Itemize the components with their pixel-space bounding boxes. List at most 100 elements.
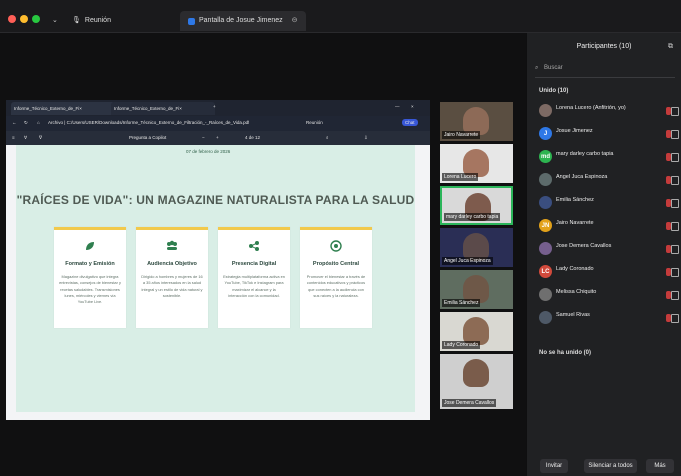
zoom-in-icon[interactable]: + bbox=[216, 135, 219, 140]
card-purpose: Propósito Central Promover el bienestar … bbox=[300, 227, 372, 328]
card-heading: Audiencia Objetivo bbox=[147, 261, 197, 267]
tab-screen-share[interactable]: Pantalla de Josue Jimenez ⊝ bbox=[180, 11, 306, 31]
card-text: Dirigido a hombres y mujeres de 16 a 35 … bbox=[141, 274, 203, 298]
card-text: Estrategia multiplataforma activa en You… bbox=[223, 274, 285, 298]
browser-tab-2[interactable]: Informe_Técnico_Externo_de_Fi× bbox=[111, 102, 215, 115]
avatar: JN bbox=[539, 219, 552, 232]
video-tile[interactable]: Lady Coronado bbox=[440, 312, 513, 351]
participant-row[interactable]: md mary darley carbo tapia bbox=[539, 149, 679, 165]
more-button[interactable]: Más bbox=[646, 459, 674, 473]
menu-icon[interactable]: ≡ bbox=[12, 135, 15, 140]
meeting-icon: 🎙 bbox=[72, 17, 81, 24]
participant-row[interactable]: Jose Demera Cavallos bbox=[539, 241, 679, 257]
participant-row[interactable]: LC Lady Coronado bbox=[539, 264, 679, 280]
browser-tabbar: Informe_Técnico_Externo_de_Fi× Informe_T… bbox=[6, 100, 430, 116]
not-joined-header[interactable]: No se ha unido (0) bbox=[539, 350, 591, 356]
mute-all-button[interactable]: Silenciar a todos bbox=[584, 459, 637, 473]
card-heading: Propósito Central bbox=[312, 261, 360, 267]
video-tile[interactable]: Emilia Sánchez bbox=[440, 270, 513, 309]
refresh-icon[interactable]: ↻ bbox=[24, 120, 28, 126]
participant-row[interactable]: Lorena Lucero (Anfitrión, yo) bbox=[539, 103, 679, 119]
participants-panel: Participantes (10) ⧉ ⌕ Buscar Unido (10)… bbox=[527, 33, 681, 476]
avatar bbox=[539, 242, 552, 255]
screen-share-icon bbox=[188, 17, 195, 25]
tile-name: Jairo Navarrete bbox=[442, 131, 481, 139]
chat-button[interactable]: Chat bbox=[402, 119, 418, 126]
shared-browser-window: Informe_Técnico_Externo_de_Fi× Informe_T… bbox=[6, 100, 430, 420]
participant-name: Josue Jimenez bbox=[556, 128, 593, 134]
back-icon[interactable]: ← bbox=[12, 120, 17, 125]
zoom-out-icon[interactable]: − bbox=[202, 135, 205, 140]
draw-icon[interactable]: ∀ bbox=[24, 135, 27, 141]
participant-name: Jairo Navarrete bbox=[556, 220, 594, 226]
close-icon[interactable]: × bbox=[411, 104, 414, 109]
avatar bbox=[539, 173, 552, 186]
target-icon bbox=[328, 238, 344, 254]
camera-icon[interactable] bbox=[671, 130, 679, 139]
video-tile-active-speaker[interactable]: mary darley carbo tapia bbox=[440, 186, 513, 225]
participant-row[interactable]: J Josue Jimenez bbox=[539, 126, 679, 142]
participant-row[interactable]: Melissa Chiquito bbox=[539, 287, 679, 303]
video-tile[interactable]: Jose Demera Cavallos bbox=[440, 354, 513, 409]
card-text: Promover el bienestar a través de conten… bbox=[306, 274, 366, 298]
tab-meeting[interactable]: 🎙 Reunión bbox=[72, 11, 111, 31]
save-icon[interactable]: ⇩ bbox=[364, 135, 368, 141]
camera-icon[interactable] bbox=[671, 199, 679, 208]
pdf-page: 07 de febrero de 2026 "RAÍCES DE VIDA": … bbox=[16, 145, 415, 412]
participant-name: Angel Juca Espinoza bbox=[556, 174, 608, 180]
invite-button[interactable]: Invitar bbox=[540, 459, 568, 473]
camera-icon[interactable] bbox=[671, 268, 679, 277]
copilot-button[interactable]: Pregunta a Copilot bbox=[129, 135, 166, 140]
new-tab-icon[interactable]: + bbox=[213, 104, 216, 109]
avatar: md bbox=[539, 150, 552, 163]
tile-name: Jose Demera Cavallos bbox=[442, 399, 497, 407]
home-icon[interactable]: ⌂ bbox=[37, 120, 40, 125]
doc-title: "RAÍCES DE VIDA": UN MAGAZINE NATURALIST… bbox=[16, 193, 415, 207]
participant-row[interactable]: Emilia Sánchez bbox=[539, 195, 679, 211]
browser-tab-1[interactable]: Informe_Técnico_Externo_de_Fi× bbox=[11, 102, 115, 115]
video-tile[interactable]: Angel Juca Espinoza bbox=[440, 228, 513, 267]
tile-name: Lorena Lucero bbox=[442, 173, 479, 181]
highlight-icon[interactable]: ∇ bbox=[39, 135, 42, 141]
search-box[interactable]: ⌕ Buscar bbox=[535, 63, 675, 78]
card-heading: Presencia Digital bbox=[231, 261, 277, 267]
tile-name: mary darley carbo tapia bbox=[444, 213, 501, 221]
page-counter[interactable]: 4 de 12 bbox=[245, 135, 260, 140]
close-window-dot[interactable] bbox=[8, 15, 16, 23]
avatar bbox=[539, 288, 552, 301]
camera-icon[interactable] bbox=[671, 314, 679, 323]
card-format: Formato y Emisión Magazine divulgativo q… bbox=[54, 227, 126, 328]
camera-icon[interactable] bbox=[671, 245, 679, 254]
camera-icon[interactable] bbox=[671, 291, 679, 300]
camera-icon[interactable] bbox=[671, 153, 679, 162]
participant-name: Jose Demera Cavallos bbox=[556, 243, 612, 249]
maximize-window-dot[interactable] bbox=[32, 15, 40, 23]
zoom-titlebar: ⌄ 🎙 Reunión Pantalla de Josue Jimenez ⊝ bbox=[0, 0, 681, 33]
popout-icon[interactable]: ⧉ bbox=[668, 43, 673, 51]
participant-row[interactable]: Samuel Rivas bbox=[539, 310, 679, 326]
options-icon[interactable]: ⊝ bbox=[292, 11, 298, 31]
tile-name: Emilia Sánchez bbox=[442, 299, 481, 307]
address-field[interactable]: Archivo | C:/Users/USER/Downloads/Inform… bbox=[48, 120, 249, 125]
avatar bbox=[539, 196, 552, 209]
participant-row[interactable]: Angel Juca Espinoza bbox=[539, 172, 679, 188]
search-icon[interactable]: ⌕ bbox=[326, 135, 329, 140]
chevron-down-icon[interactable]: ⌄ bbox=[52, 11, 58, 31]
camera-icon[interactable] bbox=[671, 107, 679, 116]
minimize-window-dot[interactable] bbox=[20, 15, 28, 23]
pdf-toolbar: ≡ ∀ ∇ Pregunta a Copilot − + 4 de 12 ⌕ ⇩ bbox=[6, 131, 430, 145]
reader-label[interactable]: Reunión bbox=[306, 120, 323, 125]
video-tile[interactable]: Lorena Lucero bbox=[440, 144, 513, 183]
participant-name: Lorena Lucero (Anfitrión, yo) bbox=[556, 105, 626, 111]
tile-name: Lady Coronado bbox=[442, 341, 481, 349]
camera-icon[interactable] bbox=[671, 176, 679, 185]
participant-name: Emilia Sánchez bbox=[556, 197, 594, 203]
search-icon: ⌕ bbox=[535, 65, 539, 71]
minimize-icon[interactable]: — bbox=[395, 104, 400, 109]
participant-row[interactable]: JN Jairo Navarrete bbox=[539, 218, 679, 234]
tab-meeting-label: Reunión bbox=[84, 17, 111, 24]
card-digital: Presencia Digital Estrategia multiplataf… bbox=[218, 227, 290, 328]
joined-header[interactable]: Unido (10) bbox=[539, 88, 568, 94]
video-tile[interactable]: Jairo Navarrete bbox=[440, 102, 513, 141]
camera-icon[interactable] bbox=[671, 222, 679, 231]
